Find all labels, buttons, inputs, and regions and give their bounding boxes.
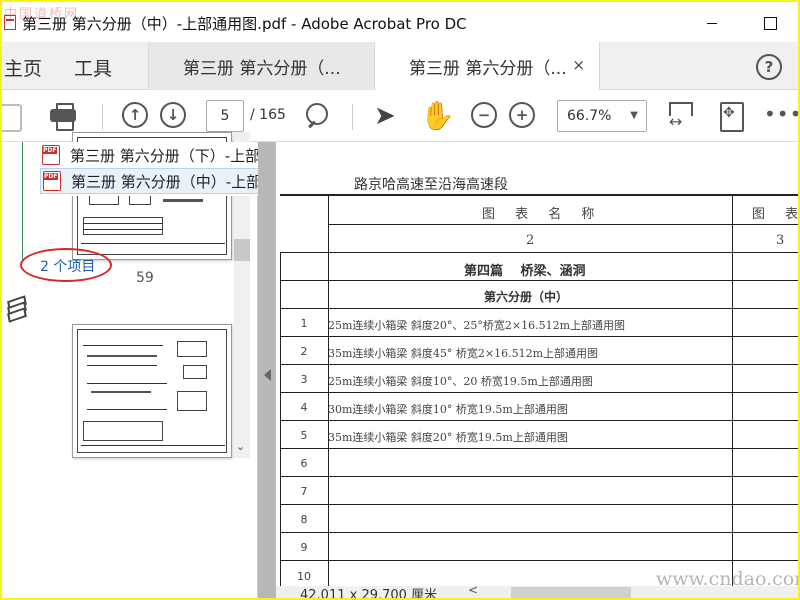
select-cursor-icon[interactable]: ➤ bbox=[374, 100, 406, 132]
column-header-title: 图 表 名 称 bbox=[482, 207, 603, 222]
watermark-bottom: www.cndao.com bbox=[656, 568, 798, 590]
tab-label: 第三册 第六分册（... bbox=[183, 58, 341, 79]
page-tools-icon[interactable] bbox=[716, 100, 748, 132]
fit-width-icon[interactable] bbox=[664, 100, 696, 132]
collapse-pane-icon[interactable] bbox=[264, 369, 271, 381]
page-size-readout: 42.011 x 29.700 厘米 bbox=[300, 588, 438, 598]
toolbar-divider bbox=[102, 104, 103, 130]
column-number-3: 3 bbox=[776, 233, 785, 248]
prev-page-icon[interactable]: ↑ bbox=[122, 102, 148, 128]
subsection-title: 第六分册（中） bbox=[484, 290, 569, 304]
column-header-figure: 图 表 bbox=[752, 207, 798, 222]
pdf-file-icon bbox=[42, 145, 60, 165]
tab-close-icon[interactable]: × bbox=[572, 56, 585, 74]
horizontal-scrollbar-thumb[interactable] bbox=[511, 587, 631, 598]
nav-home[interactable]: 主页 bbox=[4, 54, 42, 81]
page-thumbnail[interactable] bbox=[72, 324, 232, 458]
scroll-left-icon[interactable]: < bbox=[468, 583, 478, 597]
document-page: 路京哈高速至沿海高速段 图 表 名 称 图 表 2 3 第四篇 桥梁、涵洞 第六… bbox=[276, 142, 798, 588]
zoom-out-icon[interactable]: − bbox=[471, 102, 497, 128]
scroll-down-icon[interactable]: ⌄ bbox=[236, 440, 245, 453]
tab-document-1[interactable]: 第三册 第六分册（... bbox=[148, 42, 374, 90]
acrobat-window: 中国道桥网 第三册 第六分册（中）-上部通用图.pdf - Adobe Acro… bbox=[2, 2, 798, 598]
next-page-icon[interactable]: ↓ bbox=[160, 102, 186, 128]
layers-icon[interactable] bbox=[6, 295, 30, 323]
save-icon[interactable] bbox=[2, 100, 34, 132]
title-bar: 中国道桥网 第三册 第六分册（中）-上部通用图.pdf - Adobe Acro… bbox=[2, 2, 798, 42]
print-icon[interactable] bbox=[48, 100, 80, 132]
page-total: / 165 bbox=[250, 107, 286, 123]
page-number-input[interactable]: 5 bbox=[206, 100, 244, 132]
zoom-value: 66.7% bbox=[567, 108, 612, 124]
thumbnail-scrollbar-thumb[interactable] bbox=[234, 239, 250, 261]
nav-tools[interactable]: 工具 bbox=[74, 54, 112, 81]
zoom-dropdown[interactable]: 66.7% ▼ bbox=[557, 100, 647, 132]
minimize-button[interactable] bbox=[692, 10, 732, 36]
chevron-down-icon: ▼ bbox=[630, 110, 638, 121]
marquee-zoom-icon[interactable] bbox=[302, 100, 334, 132]
help-icon[interactable]: ? bbox=[756, 54, 782, 80]
section-title: 第四篇 桥梁、涵洞 bbox=[464, 264, 586, 279]
toolbar-divider bbox=[352, 104, 353, 130]
more-icon[interactable]: ••• bbox=[764, 100, 798, 132]
annotation-circle bbox=[20, 248, 112, 282]
tab-document-2[interactable]: 第三册 第六分册（... × bbox=[374, 42, 600, 90]
tab-label: 第三册 第六分册（... bbox=[409, 58, 567, 79]
column-number-2: 2 bbox=[526, 233, 535, 248]
hand-tool-icon[interactable]: ✋ bbox=[420, 100, 455, 132]
pdf-file-icon bbox=[43, 171, 61, 191]
pane-divider bbox=[22, 142, 23, 260]
tab-bar: 主页 工具 第三册 第六分册（... 第三册 第六分册（... × ? bbox=[2, 42, 798, 90]
window-title: 第三册 第六分册（中）-上部通用图.pdf - Adobe Acrobat Pr… bbox=[22, 15, 467, 33]
document-heading: 路京哈高速至沿海高速段 bbox=[354, 177, 508, 193]
maximize-button[interactable] bbox=[750, 10, 790, 36]
thumbnail-page-number: 59 bbox=[136, 270, 154, 286]
zoom-in-icon[interactable]: + bbox=[509, 102, 535, 128]
